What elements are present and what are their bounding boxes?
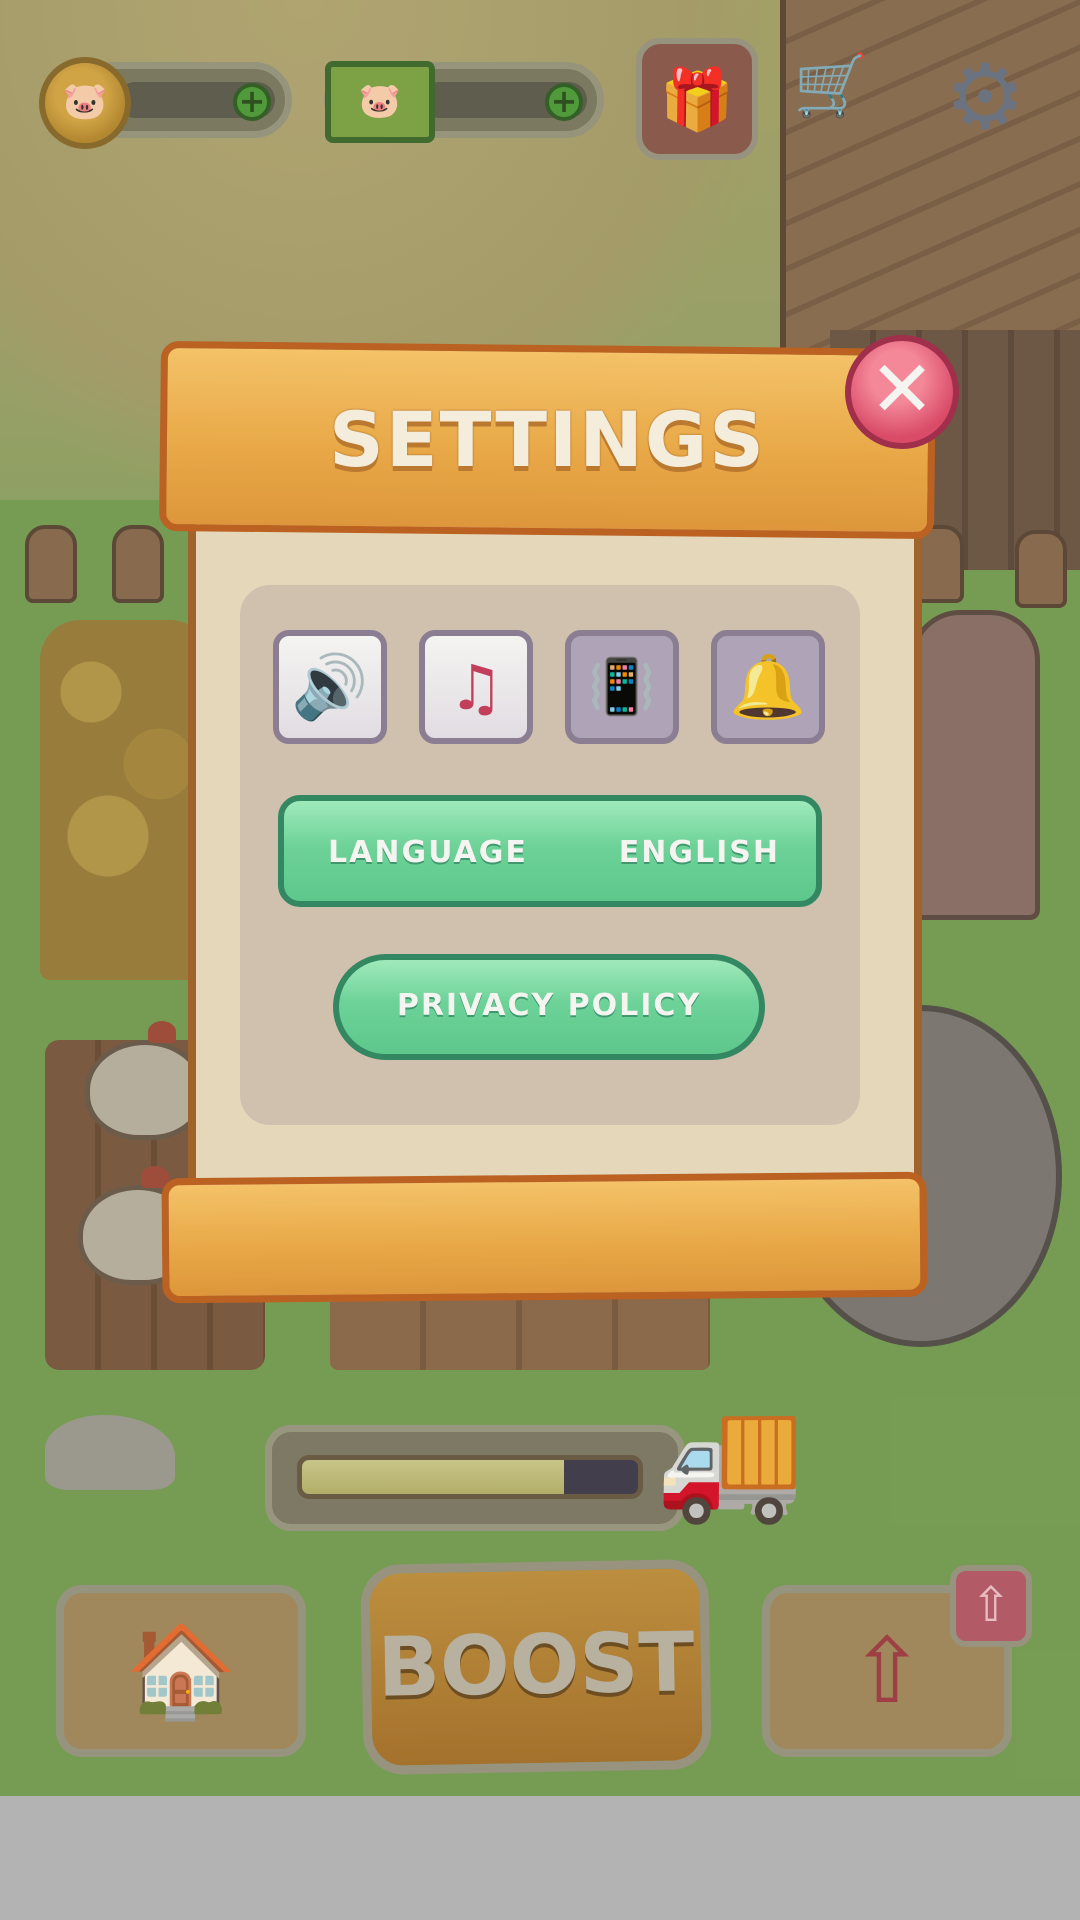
gift-icon: 🎁 [659,64,735,135]
house-icon: 🏠 [124,1618,238,1724]
vibration-icon: 📳 [588,655,656,718]
upgrade-badge[interactable]: ⇧ [950,1565,1032,1647]
privacy-policy-button[interactable]: PRIVACY POLICY [333,954,765,1060]
gear-icon: ⚙ [944,44,1026,150]
delivery-truck-icon[interactable]: 🚚 [655,1390,815,1530]
delivery-progress-bar [297,1455,643,1499]
clay-chimney [910,610,1040,920]
close-button[interactable]: ✕ [845,335,959,449]
game-scene: 🐷 + 🐷 + 🎁 🛒 ⚙ SETTINGS ✕ 🔊 ♫ 📳 🔔 LANGUAG… [0,0,1080,1796]
home-button[interactable]: 🏠 [56,1585,306,1757]
language-value: ENGLISH [618,835,780,870]
add-coins-button[interactable]: + [233,83,271,121]
delivery-progress-fill [302,1460,565,1494]
arrow-up-icon: ⇧ [970,1577,1012,1633]
speaker-icon: 🔊 [291,650,369,723]
boost-button[interactable]: BOOST [360,1558,712,1776]
gift-button[interactable]: 🎁 [636,38,758,160]
dialog-footer-plank [161,1171,928,1304]
dialog-title: SETTINGS [328,395,767,484]
shopping-cart-icon: 🛒 [793,50,869,121]
close-icon: ✕ [869,345,935,435]
language-label: LANGUAGE [328,835,528,870]
fence-post [112,525,164,603]
cash-counter: 🐷 + [324,61,604,143]
chicken[interactable] [85,1021,205,1140]
notification-toggle[interactable]: 🔔 [711,630,825,744]
shop-button[interactable]: 🛒 [776,30,886,140]
music-toggle[interactable]: ♫ [419,630,533,744]
add-cash-button[interactable]: + [545,83,583,121]
bottom-bar [0,1796,1080,1920]
pig-coin-icon: 🐷 [39,57,131,149]
language-button[interactable]: LANGUAGE ENGLISH [278,795,822,907]
vibration-toggle[interactable]: 📳 [565,630,679,744]
music-note-icon: ♫ [448,650,504,724]
pig-cash-icon: 🐷 [325,61,435,143]
wooden-crates [330,1290,710,1370]
fence-post [1015,530,1067,608]
settings-button[interactable]: ⚙ [930,42,1040,152]
sound-toggle[interactable]: 🔊 [273,630,387,744]
bell-icon: 🔔 [729,650,807,723]
coin-counter: 🐷 + [39,57,292,149]
fence-post [25,525,77,603]
wheat-field[interactable] [40,620,210,980]
upgrade-arrow-icon: ⇧ [849,1618,925,1724]
